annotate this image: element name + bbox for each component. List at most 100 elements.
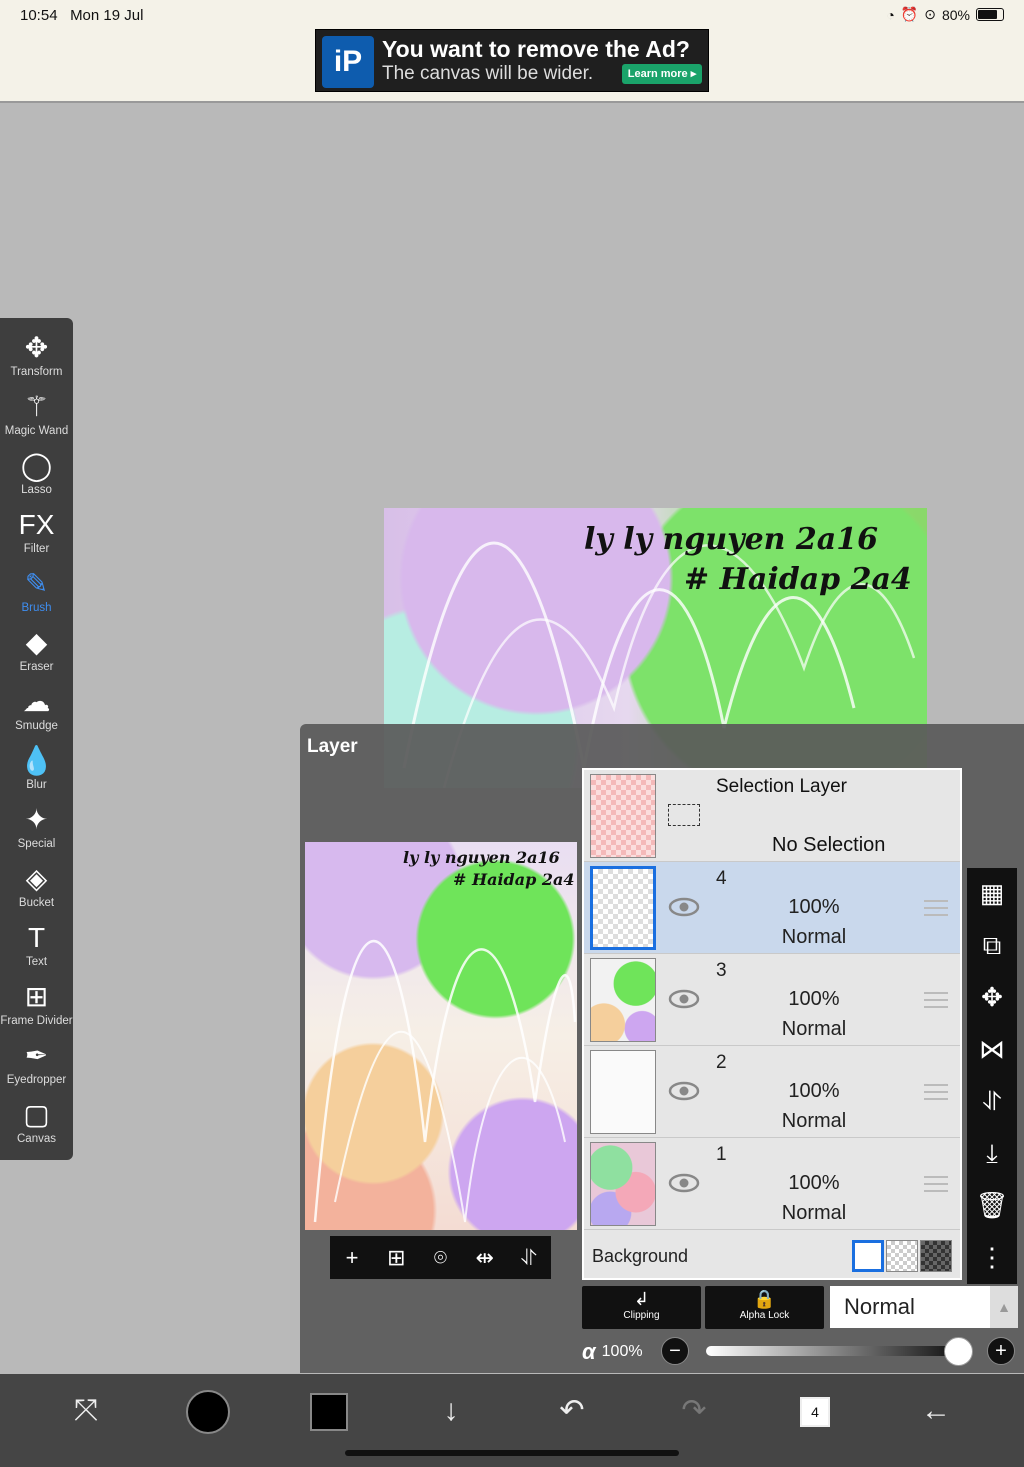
background-label: Background <box>592 1246 689 1266</box>
brush-eraser-toggle-icon[interactable]: ⤧ <box>56 1388 116 1434</box>
tool-frame-divider[interactable]: ⊞ Frame Divider <box>0 977 73 1036</box>
eyedropper-icon: ✒ <box>24 1040 49 1071</box>
tool-filter[interactable]: FX Filter <box>0 505 73 564</box>
text-icon: T <box>27 922 46 953</box>
background-transparent-swatch[interactable] <box>886 1240 918 1272</box>
layer-panel: Layer ly ly nguyen 2a16 # Haidap 2a4 + ⊞… <box>300 724 1024 1373</box>
drag-handle-icon[interactable] <box>924 1176 948 1192</box>
lasso-icon: ◯ <box>20 450 53 481</box>
opacity-slider-knob[interactable] <box>944 1337 973 1366</box>
add-layer-box-icon[interactable]: ⊞ <box>378 1245 414 1271</box>
visibility-eye-icon[interactable] <box>668 1172 700 1194</box>
down-arrow-icon[interactable]: ↓ <box>421 1388 481 1434</box>
ad-title: You want to remove the Ad? <box>382 36 690 62</box>
tool-label: Brush <box>21 602 52 614</box>
clipping-button[interactable]: ↲ Clipping <box>582 1286 701 1329</box>
tool-eyedropper[interactable]: ✒ Eyedropper <box>0 1036 73 1095</box>
tool-label: Special <box>17 838 56 850</box>
alarm-icon: ⏰ <box>900 6 919 22</box>
tool-label: Magic Wand <box>4 425 69 437</box>
layer-row[interactable]: 2 100% Normal <box>584 1046 960 1138</box>
tool-special[interactable]: ✦ Special <box>0 800 73 859</box>
layer-number: 3 <box>716 960 727 981</box>
tool-canvas[interactable]: ▢ Canvas <box>0 1095 73 1154</box>
undo-icon[interactable]: ↶ <box>542 1388 602 1434</box>
move-icon[interactable]: ✥ <box>967 982 1017 1013</box>
layer-blend-mode: Normal <box>781 1110 847 1132</box>
layer-row[interactable]: 3 100% Normal <box>584 954 960 1046</box>
tool-blur[interactable]: 💧 Blur <box>0 741 73 800</box>
rotation-lock-icon: ⊙ <box>924 6 936 22</box>
battery-icon <box>976 8 1004 21</box>
selection-layer-row[interactable]: Selection Layer No Selection <box>584 770 960 862</box>
move-icon: ✥ <box>24 332 49 363</box>
clipping-icon: ↲ <box>633 1289 650 1309</box>
color-swatch-button[interactable] <box>299 1388 359 1434</box>
add-layer-icon[interactable]: + <box>334 1245 370 1271</box>
tool-label: Eraser <box>19 661 54 673</box>
fx-icon: FX <box>18 509 55 540</box>
home-indicator <box>345 1450 679 1456</box>
top-bar: 10:54 Mon 19 Jul ◔ ⏰ ⊙ 80% iP You want t… <box>0 0 1024 103</box>
artwork-line-1: ly ly nguyen 2a16 <box>584 522 878 557</box>
tool-label: Filter <box>23 543 50 555</box>
visibility-eye-icon[interactable] <box>668 896 700 918</box>
flip-horizontal-icon[interactable]: ⋈ <box>967 1034 1017 1065</box>
opacity-minus-button[interactable]: − <box>661 1337 689 1365</box>
drag-handle-icon[interactable] <box>924 1084 948 1100</box>
trash-icon[interactable]: 🗑 <box>967 1190 1017 1221</box>
tool-brush[interactable]: ✎ Brush <box>0 564 73 623</box>
flip-horizontal-icon[interactable]: ⇹ <box>467 1245 503 1271</box>
tool-label: Blur <box>26 779 47 791</box>
layer-opacity: 100% <box>788 1080 840 1102</box>
selection-state: No Selection <box>772 834 886 856</box>
camera-icon[interactable]: ⌾ <box>422 1245 458 1271</box>
brush-size-button[interactable] <box>178 1388 238 1435</box>
bucket-icon: ◈ <box>25 863 48 894</box>
learn-more-button[interactable]: Learn more ▸ <box>622 64 702 84</box>
alpha-lock-label: Alpha Lock <box>739 1310 790 1321</box>
clipping-label: Clipping <box>623 1310 660 1321</box>
tool-lasso[interactable]: ◯ Lasso <box>0 446 73 505</box>
eraser-icon: ◆ <box>25 627 48 658</box>
chevron-up-icon[interactable]: ▲ <box>990 1286 1018 1328</box>
more-options-icon[interactable]: ⋮ <box>967 1242 1017 1273</box>
layer-thumbnail <box>590 866 656 950</box>
lock-icon: 🔒 <box>753 1289 776 1309</box>
status-time: 10:54 Mon 19 Jul <box>20 7 143 24</box>
background-dark-swatch[interactable] <box>920 1240 952 1272</box>
special-icon: ✦ <box>24 804 49 835</box>
alpha-lock-button[interactable]: 🔒 Alpha Lock <box>705 1286 824 1329</box>
ad-banner[interactable]: iP You want to remove the Ad? The canvas… <box>315 29 709 92</box>
layer-transfer-icon[interactable]: ⧉ <box>967 930 1017 962</box>
tool-bucket[interactable]: ◈ Bucket <box>0 859 73 918</box>
merge-down-icon[interactable]: ⤓ <box>967 1138 1017 1170</box>
tool-magic-wand[interactable]: ⚚ Magic Wand <box>0 387 73 446</box>
tool-smudge[interactable]: ☁ Smudge <box>0 682 73 741</box>
background-row: Background <box>584 1232 960 1278</box>
flip-vertical-icon[interactable]: ⥯ <box>967 1086 1017 1118</box>
tool-label: Frame Divider <box>0 1015 73 1027</box>
layer-row[interactable]: 1 100% Normal <box>584 1138 960 1230</box>
visibility-eye-icon[interactable] <box>668 988 700 1010</box>
layer-thumbnail <box>590 1142 656 1226</box>
drag-handle-icon[interactable] <box>924 900 948 916</box>
layer-row[interactable]: 4 100% Normal <box>584 862 960 954</box>
canvas-preview: ly ly nguyen 2a16 # Haidap 2a4 <box>305 842 577 1230</box>
tool-eraser[interactable]: ◆ Eraser <box>0 623 73 682</box>
background-white-swatch[interactable] <box>852 1240 884 1272</box>
flip-vertical-icon[interactable]: ⥯ <box>511 1245 547 1271</box>
opacity-plus-button[interactable]: + <box>987 1337 1015 1365</box>
tool-text[interactable]: T Text <box>0 918 73 977</box>
visibility-eye-icon[interactable] <box>668 1080 700 1102</box>
layer-number: 2 <box>716 1052 727 1073</box>
selection-marquee-icon <box>668 804 700 826</box>
blend-mode-select[interactable]: Normal <box>830 1286 990 1328</box>
layers-button[interactable]: 4 <box>785 1388 845 1434</box>
opacity-slider[interactable] <box>706 1346 958 1356</box>
redo-icon[interactable]: ↷ <box>664 1388 724 1434</box>
drag-handle-icon[interactable] <box>924 992 948 1008</box>
tool-transform[interactable]: ✥ Transform <box>0 328 73 387</box>
back-arrow-icon[interactable]: ← <box>906 1388 966 1434</box>
checker-icon[interactable]: ▦ <box>967 878 1017 909</box>
